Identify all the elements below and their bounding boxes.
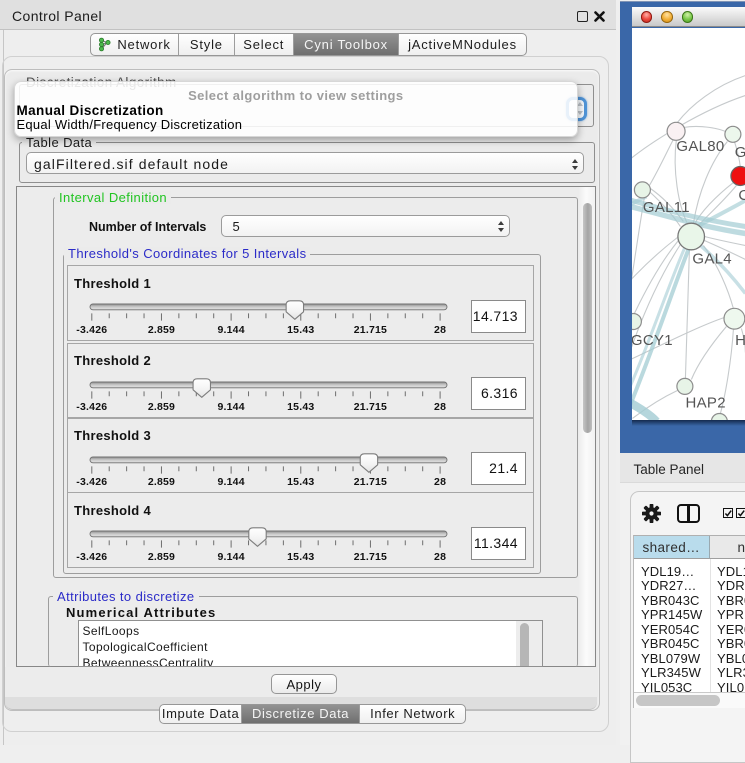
svg-text:GAL4: GAL4 [692, 250, 732, 267]
svg-text:GCY1: GCY1 [632, 331, 673, 348]
svg-text:HI: HI [735, 331, 745, 348]
svg-text:HAP2: HAP2 [685, 394, 725, 411]
svg-text:GAL80: GAL80 [676, 138, 724, 155]
svg-text:GAL11: GAL11 [642, 199, 689, 216]
svg-text:GA: GA [734, 144, 745, 161]
svg-text:C: C [738, 187, 745, 204]
